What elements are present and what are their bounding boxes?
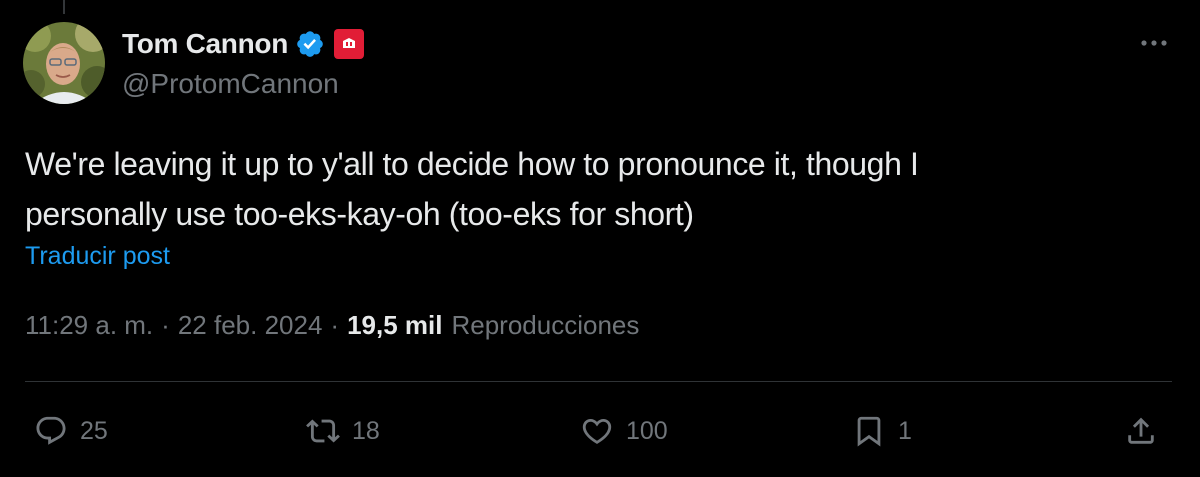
- affiliate-badge-icon[interactable]: [334, 29, 365, 59]
- reply-button[interactable]: 25: [34, 410, 108, 452]
- bookmark-count: 1: [898, 416, 912, 445]
- tweet-metadata: 11:29 a. m. · 22 feb. 2024 · 19,5 mil Re…: [25, 310, 639, 341]
- views-count[interactable]: 19,5 mil: [347, 310, 442, 341]
- divider: [25, 381, 1172, 382]
- more-dots-icon: [1141, 40, 1167, 46]
- reply-icon: [36, 416, 66, 445]
- avatar[interactable]: [23, 22, 105, 104]
- bookmark-icon: [857, 416, 881, 447]
- verified-badge-icon[interactable]: [295, 29, 325, 59]
- tweet-text-line: We're leaving it up to y'all to decide h…: [25, 146, 919, 182]
- repost-count: 18: [352, 416, 380, 445]
- bookmark-button[interactable]: 1: [852, 410, 912, 452]
- meta-separator: ·: [161, 310, 170, 340]
- meta-separator: ·: [330, 310, 340, 340]
- like-button[interactable]: 100: [580, 410, 668, 452]
- author-display-name[interactable]: Tom Cannon: [122, 28, 288, 60]
- tweet-text-line: personally use too-eks-kay-oh (too-eks f…: [25, 196, 694, 232]
- views-label[interactable]: Reproducciones: [451, 310, 639, 341]
- avatar-image: [23, 22, 105, 104]
- more-options-button[interactable]: [1134, 28, 1174, 58]
- share-button[interactable]: [1124, 410, 1158, 452]
- tweet-time[interactable]: 11:29 a. m.: [25, 310, 153, 341]
- heart-icon: [582, 418, 612, 444]
- share-icon: [1128, 417, 1154, 444]
- author-handle[interactable]: @ProtomCannon: [122, 68, 339, 100]
- repost-icon: [306, 419, 340, 443]
- repost-button[interactable]: 18: [306, 410, 380, 452]
- reply-count: 25: [80, 416, 108, 445]
- author-name-row: Tom Cannon: [122, 26, 365, 62]
- tweet-date[interactable]: 22 feb. 2024: [178, 310, 323, 341]
- tweet-text: We're leaving it up to y'all to decide h…: [25, 139, 1155, 239]
- thread-connector-line: [63, 0, 65, 14]
- translate-post-link[interactable]: Traducir post: [25, 242, 170, 271]
- like-count: 100: [626, 416, 668, 445]
